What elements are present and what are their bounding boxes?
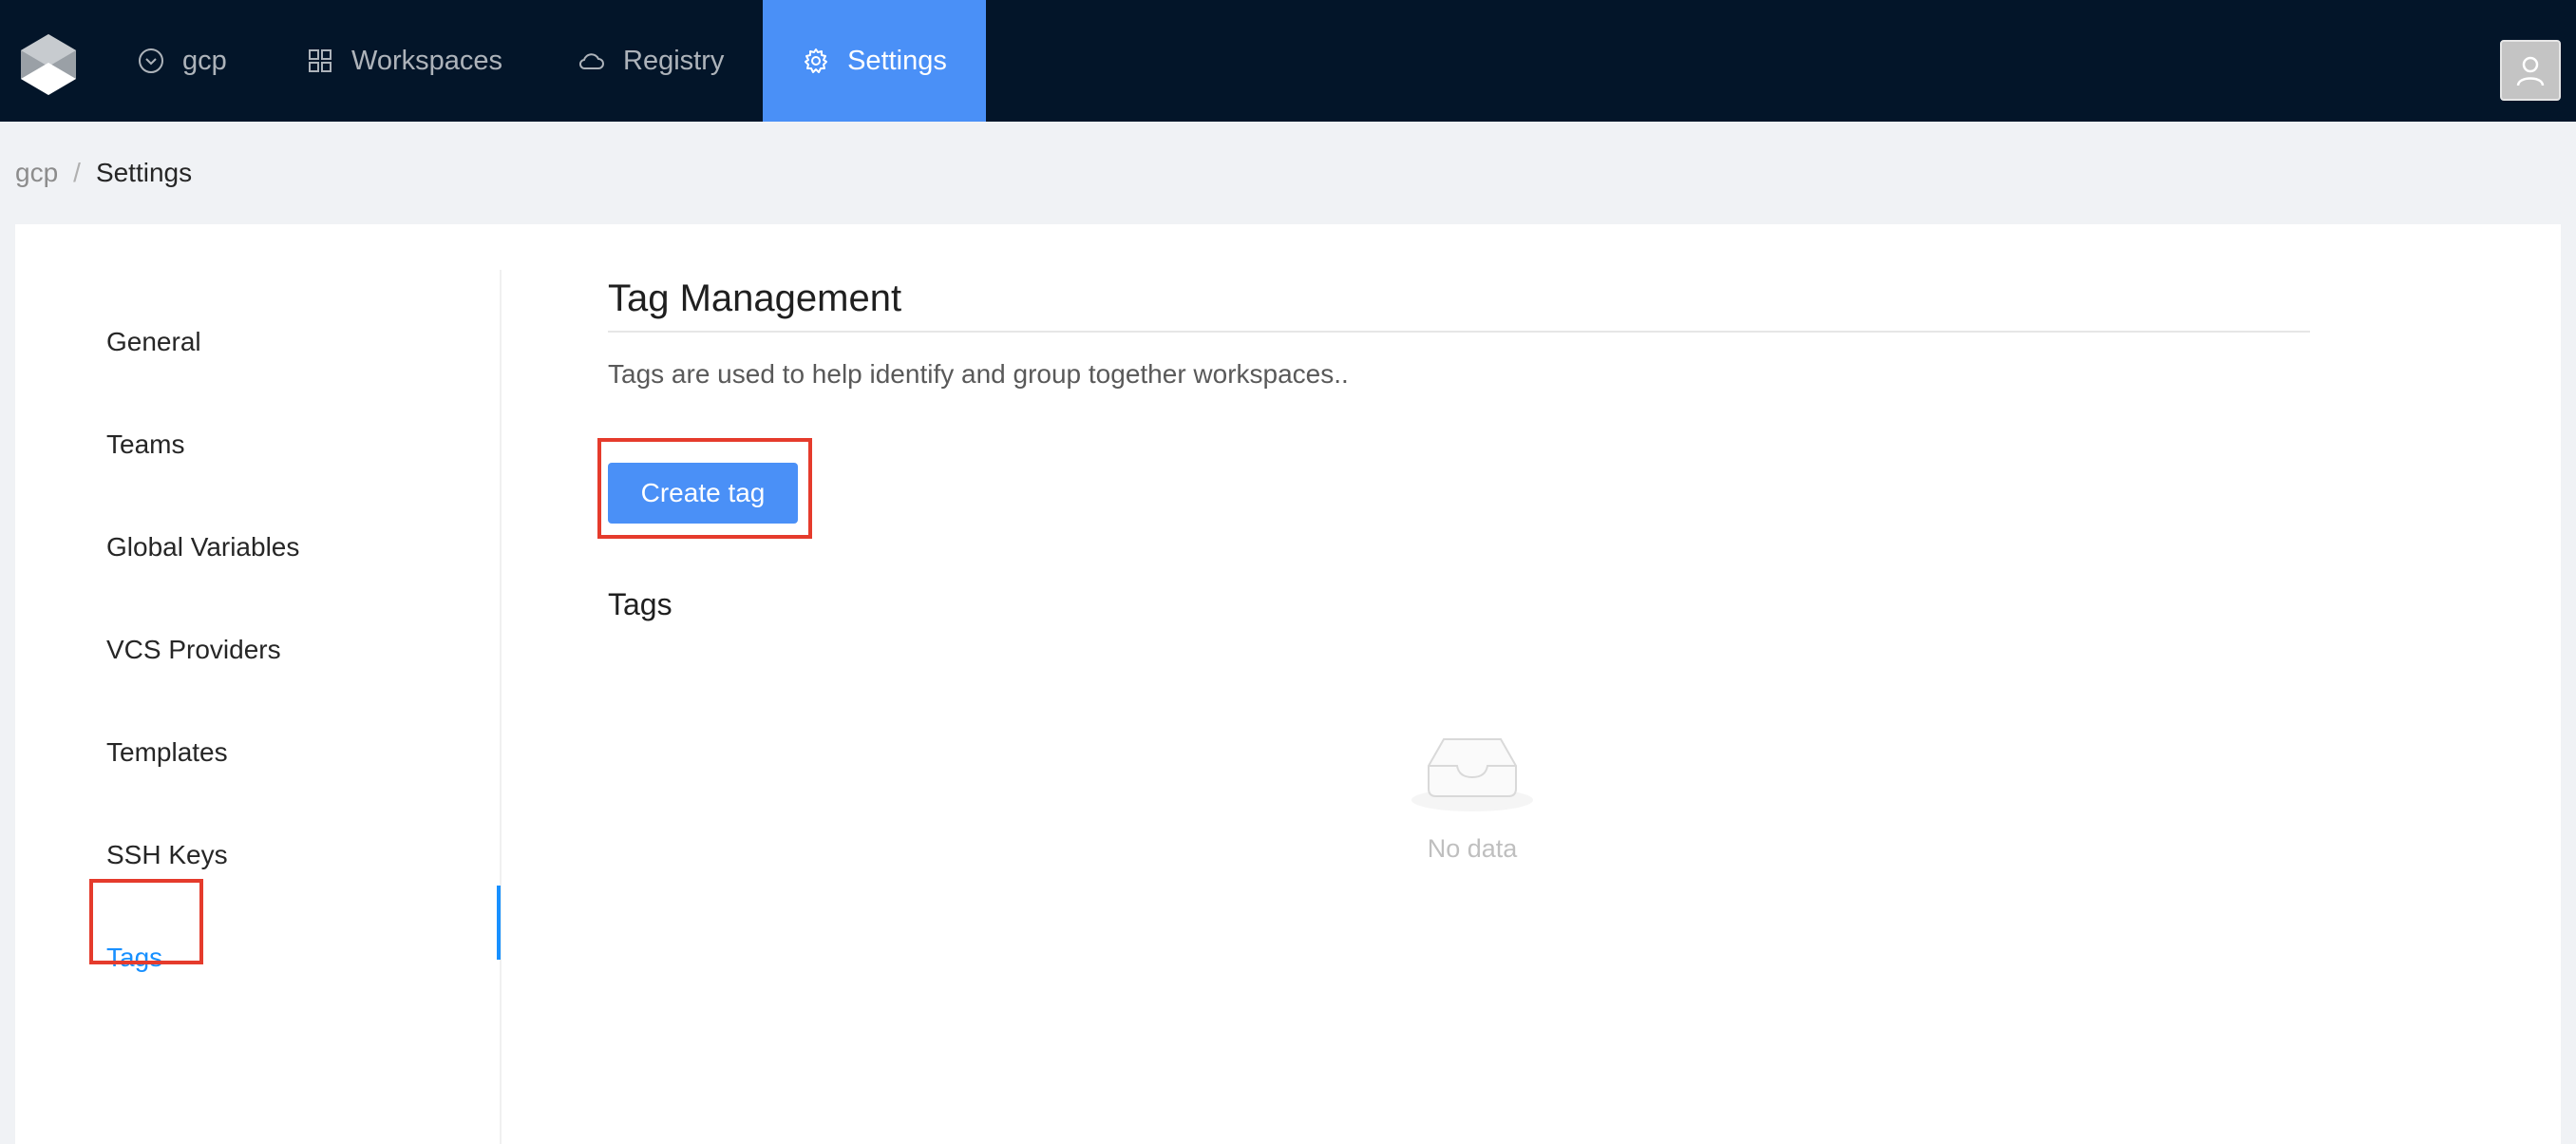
menu-item-general[interactable]: General bbox=[106, 304, 201, 380]
menu-item-label: General bbox=[106, 327, 201, 356]
logo-icon[interactable] bbox=[21, 34, 76, 95]
menu-item-label: SSH Keys bbox=[106, 840, 228, 869]
nav-registry-label: Registry bbox=[623, 45, 725, 76]
grid-icon bbox=[309, 49, 331, 72]
chevron-circle-down-icon bbox=[139, 48, 163, 73]
cloud-icon bbox=[578, 53, 604, 69]
page-description: Tags are used to help identify and group… bbox=[608, 359, 1349, 389]
breadcrumb-current: Settings bbox=[95, 158, 193, 187]
menu-item-label: VCS Providers bbox=[106, 635, 281, 664]
nav-settings-label: Settings bbox=[847, 45, 947, 76]
create-tag-button[interactable]: Create tag bbox=[608, 463, 798, 524]
menu-item-label: Templates bbox=[106, 737, 228, 767]
breadcrumb-separator: / bbox=[73, 158, 81, 187]
active-menu-indicator bbox=[497, 886, 501, 960]
breadcrumb-org-link[interactable]: gcp bbox=[15, 158, 58, 188]
empty-state-text: No data bbox=[1427, 834, 1518, 863]
tags-section-title: Tags bbox=[608, 587, 672, 621]
nav-registry[interactable]: Registry bbox=[578, 0, 724, 122]
nav-settings[interactable]: Settings bbox=[763, 0, 986, 122]
menu-item-teams[interactable]: Teams bbox=[106, 407, 184, 483]
top-navigation-bar: gcp Workspaces Registry Settings bbox=[0, 0, 2576, 122]
menu-item-label: Global Variables bbox=[106, 532, 300, 562]
menu-item-templates[interactable]: Templates bbox=[106, 715, 228, 791]
menu-item-label: Teams bbox=[106, 429, 185, 459]
nav-workspaces-label: Workspaces bbox=[351, 45, 503, 76]
menu-item-global-variables[interactable]: Global Variables bbox=[106, 509, 299, 585]
breadcrumb: gcp / Settings bbox=[15, 158, 192, 188]
title-divider bbox=[608, 331, 2310, 333]
settings-side-menu: General Teams Global Variables VCS Provi… bbox=[15, 270, 502, 1144]
highlight-box-tags bbox=[89, 879, 203, 964]
user-avatar[interactable] bbox=[2500, 40, 2561, 101]
nav-org-label: gcp bbox=[182, 45, 227, 76]
nav-org-selector[interactable]: gcp bbox=[137, 0, 227, 122]
gear-icon bbox=[805, 48, 828, 73]
create-tag-button-label: Create tag bbox=[640, 478, 766, 507]
user-icon bbox=[2516, 56, 2545, 86]
empty-inbox-icon bbox=[1410, 734, 1535, 815]
page-title: Tag Management bbox=[608, 277, 902, 319]
nav-workspaces[interactable]: Workspaces bbox=[306, 0, 502, 122]
menu-item-vcs-providers[interactable]: VCS Providers bbox=[106, 612, 281, 688]
